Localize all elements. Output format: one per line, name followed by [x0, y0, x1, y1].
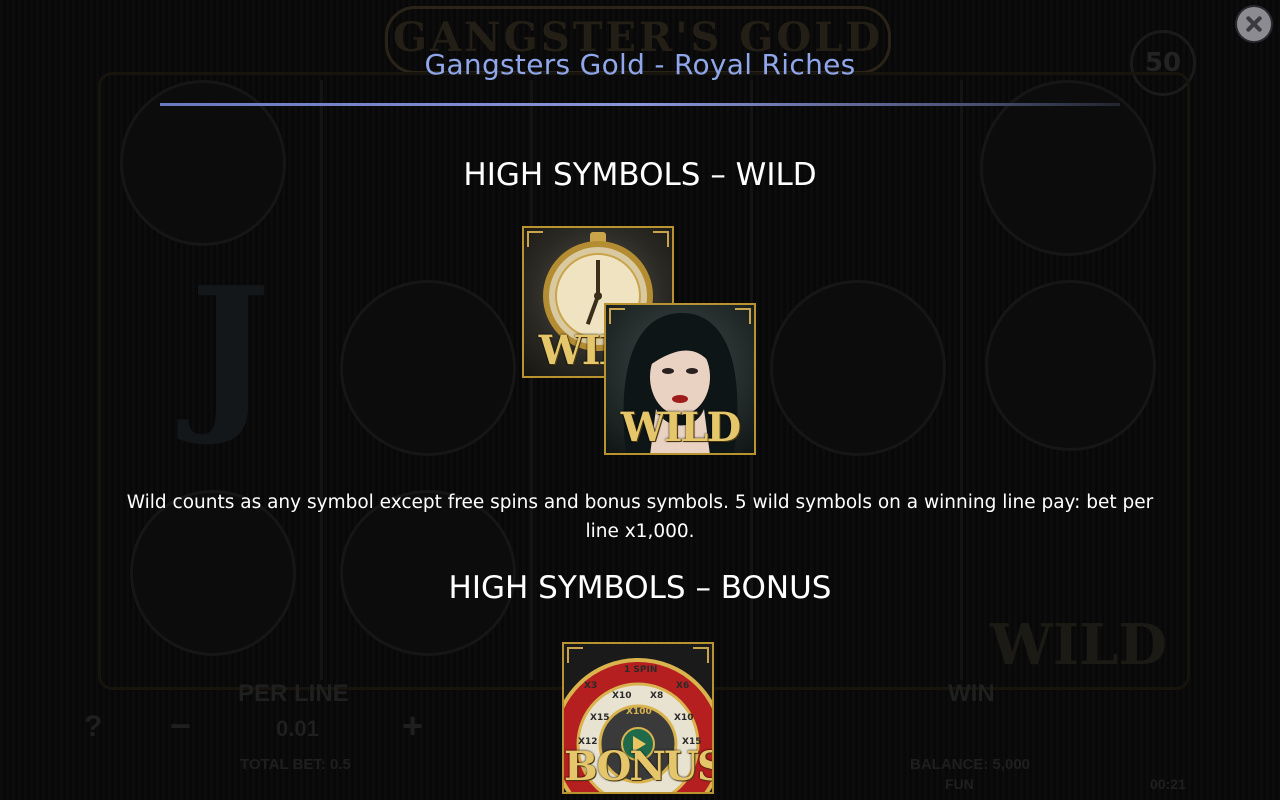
paytable-title: Gangsters Gold - Royal Riches [424, 48, 856, 81]
close-button[interactable] [1237, 7, 1271, 41]
mode-text: FUN [945, 776, 974, 792]
title-divider [160, 103, 1120, 106]
balance-text: BALANCE: 5,000 [910, 756, 1031, 773]
per-line-value: 0.01 [276, 716, 319, 741]
wheel-label: X6 [676, 681, 689, 691]
minus-icon: − [170, 705, 192, 746]
win-label: WIN [948, 680, 995, 707]
per-line-label: PER LINE [238, 680, 349, 707]
wheel-label: X10 [674, 713, 693, 723]
lady-wild-symbol: WILD [604, 303, 756, 455]
plus-icon: + [402, 705, 424, 746]
wheel-label: X10 [612, 691, 631, 701]
help-icon: ? [84, 710, 103, 743]
bonus-wheel-symbol: X3 1 SPIN X6 X10 X8 X15 X100 X10 X12 X15… [562, 642, 714, 794]
bonus-section-heading: HIGH SYMBOLS – BONUS [448, 570, 832, 606]
reel-symbol [340, 280, 516, 456]
bonus-label: BONUS [564, 743, 714, 790]
wheel-label: 1 SPIN [624, 665, 657, 675]
wild-section-heading: HIGH SYMBOLS – WILD [463, 157, 817, 193]
wheel-label: X3 [584, 681, 597, 691]
wheel-label: X100 [626, 707, 652, 717]
reel-wild-symbol: WILD [990, 612, 1168, 678]
clock-text: 00:21 [1150, 776, 1186, 792]
reel-symbol [770, 280, 946, 456]
wild-label: WILD [620, 404, 741, 451]
total-bet-text: TOTAL BET: 0.5 [240, 756, 351, 773]
wild-description: Wild counts as any symbol except free sp… [126, 492, 1154, 542]
reel-letter-symbol: J [190, 250, 271, 450]
wheel-label: X8 [650, 691, 663, 701]
wheel-label: X15 [590, 713, 609, 723]
reel-symbol [985, 280, 1156, 451]
